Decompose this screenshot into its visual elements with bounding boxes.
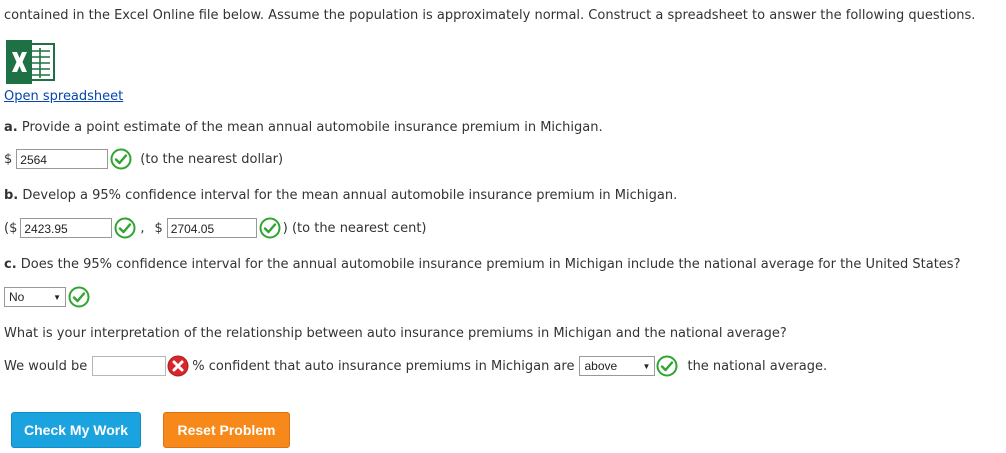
confidence-level-input[interactable] <box>92 356 167 376</box>
nearest-cent-note: ) (to the nearest cent) <box>282 220 427 236</box>
interpretation-middle: % confident that auto insurance premiums… <box>192 358 575 374</box>
interval-separator: , <box>140 220 145 236</box>
answer-a-row: $ 2564 (to the nearest dollar) <box>4 148 283 170</box>
open-spreadsheet-link[interactable]: Open spreadsheet <box>4 89 123 104</box>
question-c-text: Does the 95% confidence interval for the… <box>20 257 961 272</box>
check-my-work-button[interactable]: Check My Work <box>11 412 141 448</box>
dollar-sign: $ <box>4 151 13 167</box>
intro-text: contained in the Excel Online file below… <box>4 8 976 23</box>
reset-problem-button[interactable]: Reset Problem <box>163 412 290 448</box>
interpretation-question: What is your interpretation of the relat… <box>4 326 787 341</box>
answer-c-row: No ▼ <box>4 286 90 308</box>
question-a-prefix: a. <box>4 120 18 135</box>
check-correct-icon <box>114 217 136 239</box>
point-estimate-input[interactable]: 2564 <box>16 149 109 169</box>
interpretation-lead: We would be <box>4 358 88 374</box>
interpretation-tail: the national average. <box>687 358 828 374</box>
check-correct-icon <box>110 148 132 170</box>
relation-select[interactable]: above ▼ <box>579 356 656 376</box>
question-a: a. Provide a point estimate of the mean … <box>4 120 603 135</box>
include-national-average-select[interactable]: No ▼ <box>4 287 66 307</box>
question-a-text: Provide a point estimate of the mean ann… <box>21 120 603 135</box>
interval-open: ($ <box>4 220 18 236</box>
select-value: No <box>9 290 25 304</box>
lower-bound-input[interactable]: 2423.95 <box>20 218 113 238</box>
question-c: c. Does the 95% confidence interval for … <box>4 257 960 272</box>
select-value: above <box>584 359 618 373</box>
x-incorrect-icon <box>167 355 189 377</box>
dollar-sign: $ <box>154 220 163 236</box>
check-correct-icon <box>656 355 678 377</box>
excel-icon[interactable] <box>4 40 56 84</box>
interpretation-row: We would be % confident that auto insura… <box>4 355 827 377</box>
nearest-dollar-note: (to the nearest dollar) <box>140 151 284 167</box>
answer-b-row: ($ 2423.95 , $ 2704.05 ) (to the nearest… <box>4 217 427 239</box>
upper-bound-input[interactable]: 2704.05 <box>166 218 257 238</box>
question-b-text: Develop a 95% confidence interval for th… <box>22 188 678 203</box>
check-correct-icon <box>68 286 90 308</box>
check-correct-icon <box>259 217 281 239</box>
dropdown-arrow-icon: ▼ <box>642 361 651 371</box>
dropdown-arrow-icon: ▼ <box>53 292 61 302</box>
question-b: b. Develop a 95% confidence interval for… <box>4 188 677 203</box>
question-c-prefix: c. <box>4 257 17 272</box>
question-b-prefix: b. <box>4 188 19 203</box>
